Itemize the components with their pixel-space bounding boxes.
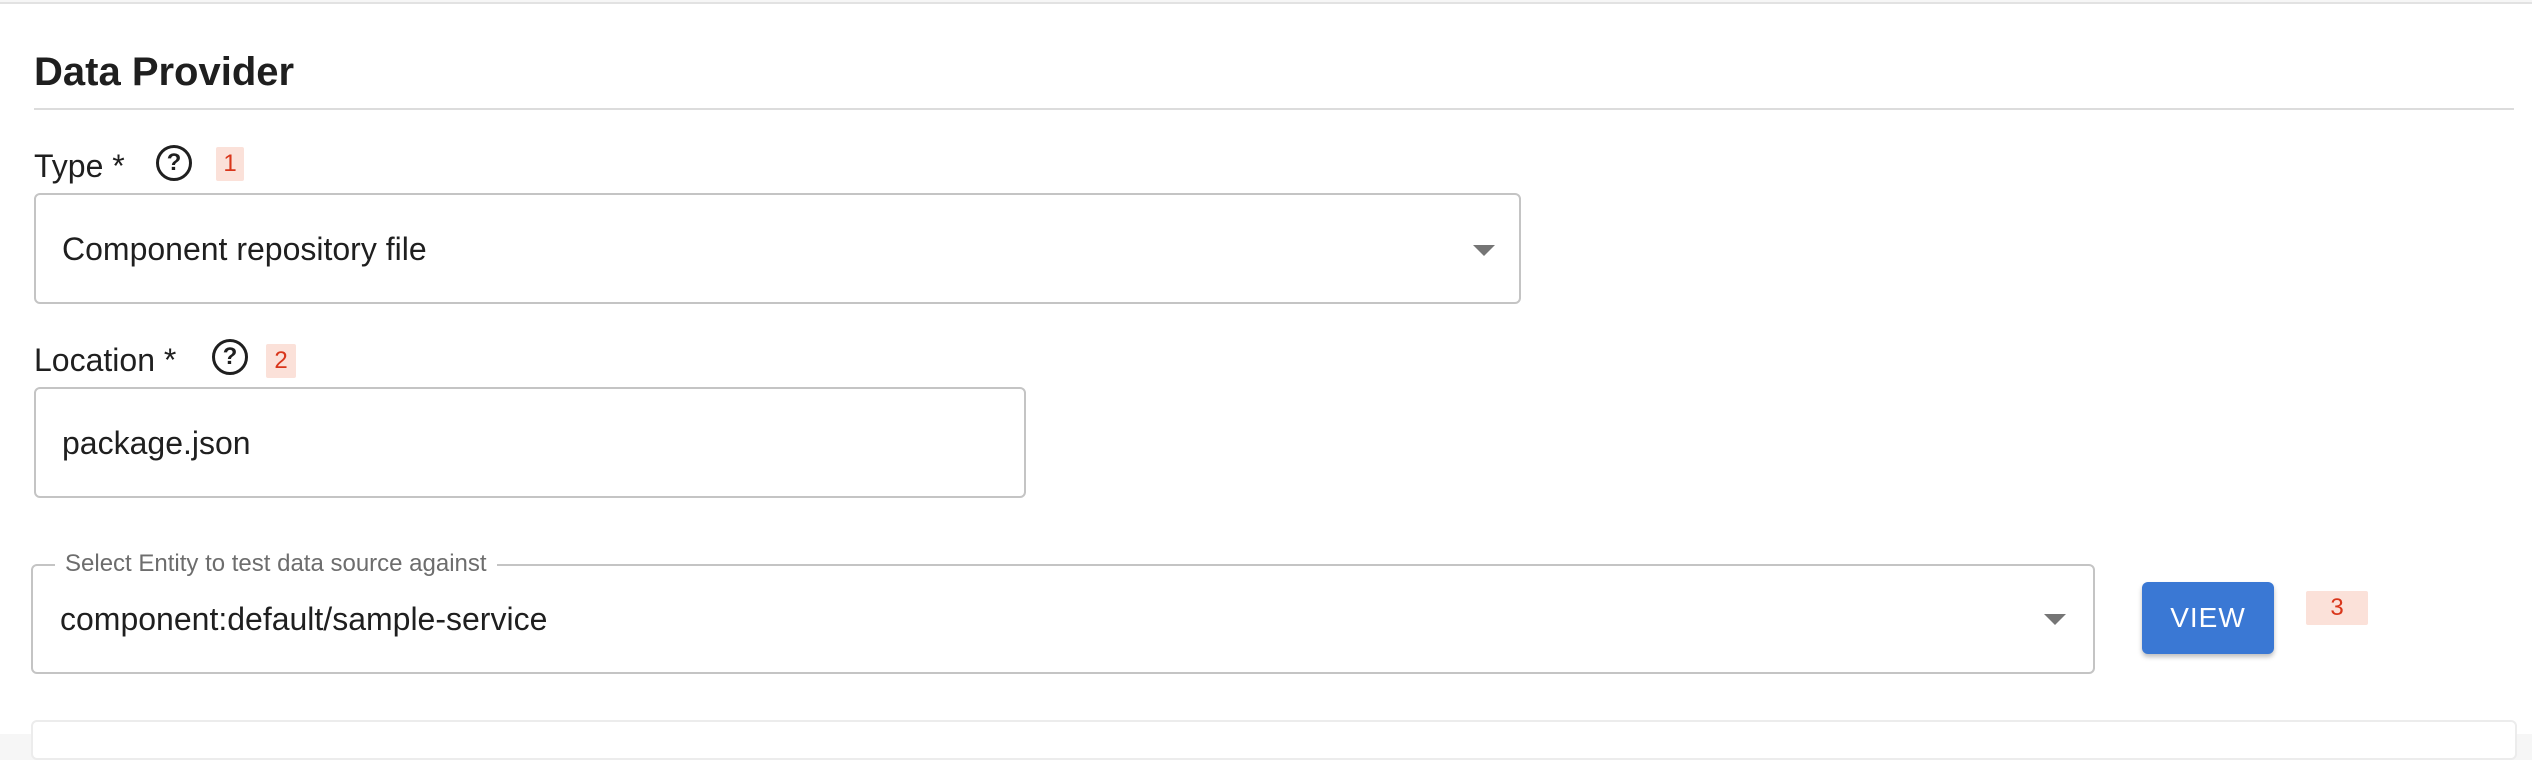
location-label: Location * <box>34 342 177 378</box>
location-marker: 2 <box>266 344 296 378</box>
view-marker: 3 <box>2306 591 2368 625</box>
type-select-value: Component repository file <box>62 231 427 267</box>
entity-select[interactable]: Select Entity to test data source agains… <box>31 548 2095 674</box>
location-input-value: package.json <box>62 425 251 461</box>
type-help-icon[interactable]: ? <box>156 145 192 181</box>
location-help-icon[interactable]: ? <box>212 339 248 375</box>
type-marker: 1 <box>216 147 244 181</box>
entity-select-legend: Select Entity to test data source agains… <box>55 548 497 580</box>
view-button[interactable]: VIEW <box>2142 582 2274 654</box>
caret-down-icon <box>1473 245 1495 256</box>
section-title: Data Provider <box>34 50 295 94</box>
preview-panel <box>31 720 2517 760</box>
entity-select-value: component:default/sample-service <box>60 601 548 637</box>
type-label: Type * <box>34 148 125 184</box>
caret-down-icon <box>2044 614 2066 625</box>
section-divider <box>34 108 2514 110</box>
data-provider-card: Data Provider Type * ? 1 Component repos… <box>0 2 2532 760</box>
location-input[interactable]: package.json <box>34 387 1026 498</box>
type-select[interactable]: Component repository file <box>34 193 1521 304</box>
